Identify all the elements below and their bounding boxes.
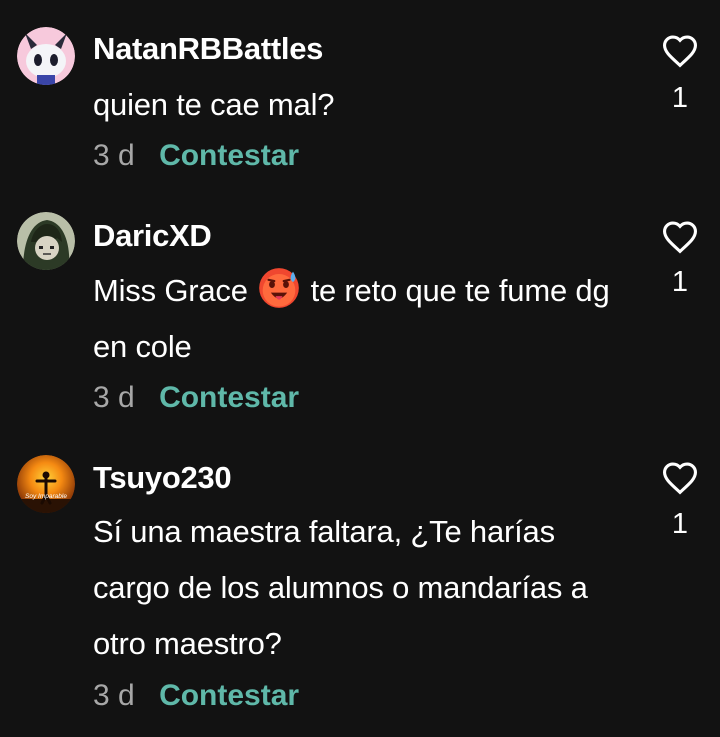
comment-time: 3 d <box>93 139 135 172</box>
heart-icon[interactable] <box>661 220 699 254</box>
reply-button[interactable]: Contestar <box>159 139 299 172</box>
hooded-character-icon <box>17 212 75 270</box>
comment-username[interactable]: NatanRBBattles <box>93 31 323 67</box>
like-count: 1 <box>671 82 689 114</box>
comment-text: Miss Grace te reto que te fume dg en col… <box>93 263 633 375</box>
avatar[interactable]: Soy Imparable <box>17 455 75 513</box>
like-count: 1 <box>671 508 689 540</box>
avatar[interactable] <box>17 27 75 85</box>
comment-text: quien te cae mal? <box>93 87 335 122</box>
comment-username[interactable]: DaricXD <box>93 218 212 254</box>
comment-time: 3 d <box>93 381 135 414</box>
ghost-face-icon <box>17 27 75 85</box>
comment-meta: 3 d Contestar <box>93 679 299 713</box>
reply-button[interactable]: Contestar <box>159 679 299 712</box>
like-control: 1 <box>661 220 699 298</box>
heart-icon[interactable] <box>661 461 699 495</box>
hot-face-emoji <box>259 268 299 308</box>
heart-icon[interactable] <box>661 34 699 68</box>
comment-time: 3 d <box>93 679 135 712</box>
like-control: 1 <box>661 34 699 114</box>
comment-text-part: Miss Grace <box>93 273 257 308</box>
comment-text: Sí una maestra faltara, ¿Te harías cargo… <box>93 514 588 661</box>
like-count: 1 <box>671 266 689 298</box>
comment-meta: 3 d Contestar <box>93 139 299 173</box>
like-control: 1 <box>661 461 699 540</box>
avatar-text: Soy Imparable <box>25 493 67 500</box>
comment-meta: 3 d Contestar <box>93 381 299 415</box>
comment-username[interactable]: Tsuyo230 <box>93 460 232 496</box>
sunset-silhouette-icon: Soy Imparable <box>17 455 75 513</box>
avatar[interactable] <box>17 212 75 270</box>
reply-button[interactable]: Contestar <box>159 381 299 414</box>
